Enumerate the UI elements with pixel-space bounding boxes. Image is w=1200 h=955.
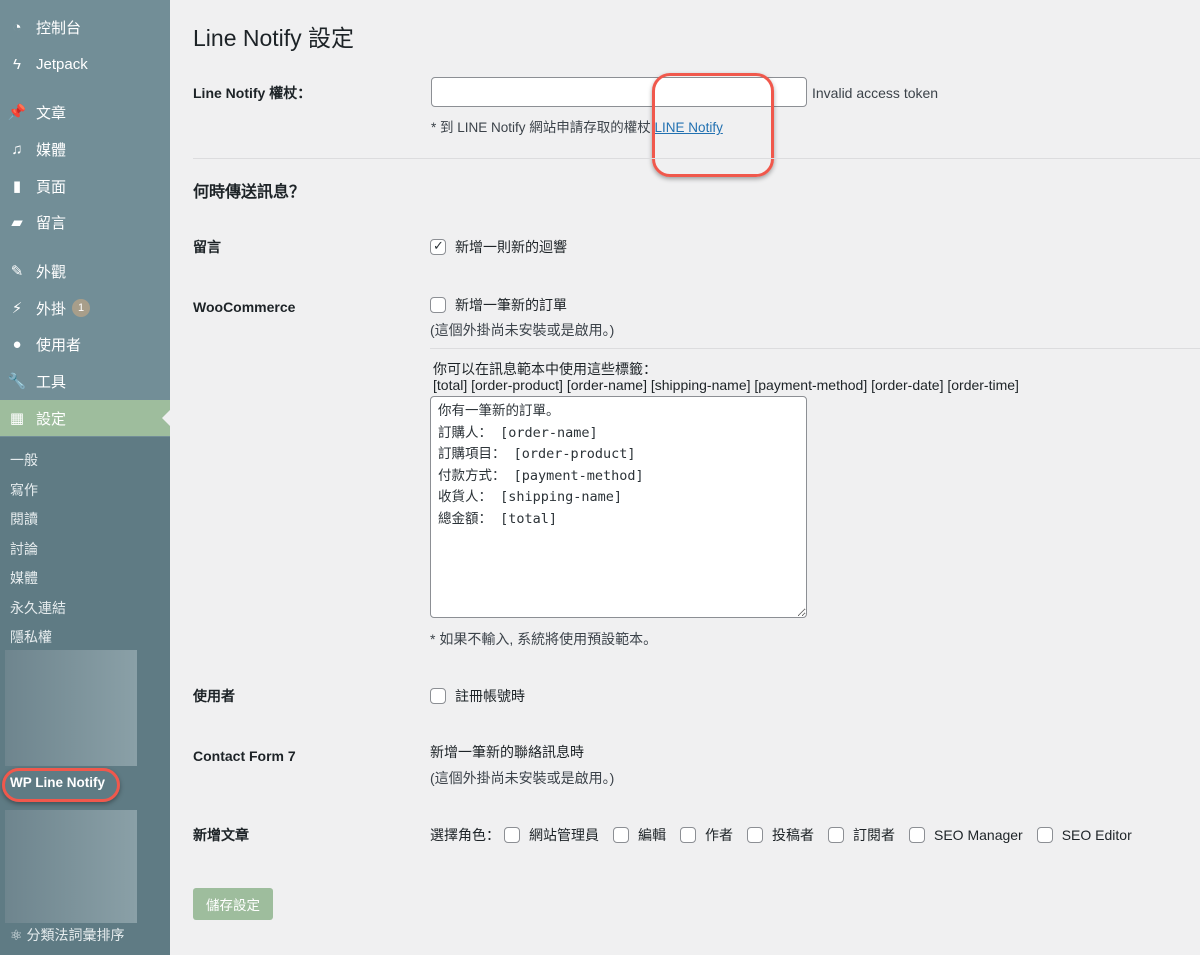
submenu-item[interactable]: 閱讀	[10, 509, 38, 529]
jetpack-icon: ϟ	[13, 55, 21, 73]
sidebar-item[interactable]: 📌 文章	[0, 94, 170, 130]
atom-icon: ⚛	[10, 927, 23, 943]
divider	[193, 158, 1200, 159]
appearance-icon: ✎	[10, 263, 24, 280]
pages-icon: ▮	[12, 178, 22, 195]
role-checkbox[interactable]	[1036, 827, 1053, 843]
sidebar-item[interactable]: ▮ 頁面	[0, 168, 170, 204]
comment-label: 留言	[193, 239, 221, 255]
role-option[interactable]: 訂閱者	[828, 825, 895, 845]
sidebar-item-label: 控制台	[36, 19, 82, 37]
cf7-label: Contact Form 7	[193, 748, 296, 764]
menu-taxonomy-order[interactable]: ⚛ 分類法詞彙排序	[10, 925, 124, 945]
token-status: Invalid access token	[812, 85, 939, 101]
sidebar-item-label: 媒體	[36, 141, 67, 159]
when-heading: 何時傳送訊息？	[193, 184, 306, 201]
settings-icon: ▦	[9, 410, 25, 427]
sidebar-item-label: 頁面	[36, 178, 67, 196]
sidebar-item-label: 外觀	[36, 263, 67, 281]
sidebar-item[interactable]: ◔ 控制台	[0, 9, 170, 45]
role-option[interactable]: 投稿者	[747, 825, 814, 845]
submenu-item[interactable]: 隱私權	[10, 627, 52, 647]
cf7-note: (這個外掛尚未安裝或是啟用。)	[430, 770, 615, 786]
users-checkbox[interactable]	[430, 688, 446, 704]
message-template-textarea[interactable]	[430, 396, 807, 618]
dashboard-icon: ◔	[12, 18, 22, 36]
role-checkbox[interactable]	[680, 827, 696, 843]
template-note: * 如果不輸入, 系統將使用預設範本。	[430, 631, 658, 647]
sidebar-item[interactable]: ⚡ 外掛 1	[0, 290, 170, 326]
save-button[interactable]: 儲存設定	[193, 888, 273, 920]
users-label: 使用者	[193, 688, 235, 704]
role-option[interactable]: 編輯	[613, 825, 666, 845]
cf7-text: 新增一筆新的聯絡訊息時	[430, 744, 584, 760]
sidebar-item[interactable]: ● 使用者	[0, 326, 170, 362]
sidebar-item-label: 外掛	[36, 300, 67, 318]
sidebar-item-label: 留言	[36, 214, 67, 232]
role-checkbox[interactable]	[747, 827, 763, 843]
woo-note: (這個外掛尚未安裝或是啟用。)	[430, 322, 615, 338]
token-label: Line Notify 權杖：	[193, 85, 312, 101]
token-help-text: * 到 LINE Notify 網站申請存取的權杖	[431, 120, 651, 135]
role-checkbox[interactable]	[909, 827, 925, 843]
submenu-item[interactable]: 一般	[10, 450, 38, 470]
divider	[430, 348, 1200, 349]
submenu-item[interactable]: 寫作	[10, 480, 38, 500]
sidebar-item-label: 文章	[36, 104, 67, 122]
sidebar-item-label: 工具	[36, 373, 67, 391]
submenu-item[interactable]: 討論	[10, 539, 38, 559]
blurred-menu-item	[5, 650, 137, 766]
wrench-icon: 🔧	[7, 373, 27, 390]
role-checkbox[interactable]	[504, 827, 520, 843]
user-icon: ●	[12, 335, 22, 353]
tags-intro: 你可以在訊息範本中使用這些標籤：	[433, 361, 657, 377]
submenu-item[interactable]: 媒體	[10, 568, 38, 588]
woo-label: WooCommerce	[193, 299, 296, 315]
admin-sidebar: ◔ 控制台 ϟ Jetpack 📌 文章 ♫ 媒體 ▮ 頁面 ▰ 留言 ✎ 外觀 ⚡ 外掛 1 ● 使用者 🔧 工具 ▦ 設…	[0, 0, 170, 955]
woo-option: 新增一筆新的訂單	[430, 295, 567, 315]
role-option[interactable]: SEO Manager	[909, 827, 1023, 843]
users-option: 註冊帳號時	[430, 686, 525, 706]
role-checkbox[interactable]	[828, 827, 844, 843]
role-option[interactable]: 網站管理員	[504, 825, 599, 845]
roles-row: 選擇角色： 網站管理員 編輯 作者 投稿者 訂閱者 SEO Manager SEO Edit…	[430, 825, 1146, 845]
blurred-menu-item	[5, 810, 137, 923]
roles-label: 選擇角色：	[430, 827, 500, 843]
new-post-label: 新增文章	[193, 827, 249, 843]
sidebar-item[interactable]: ♫ 媒體	[0, 131, 170, 167]
submenu-item[interactable]: 永久連結	[10, 598, 66, 618]
comment-icon: ▰	[11, 214, 23, 231]
role-option[interactable]: SEO Editor	[1036, 827, 1132, 843]
tags-list: [total] [order-product] [order-name] [sh…	[433, 377, 1019, 393]
woo-checkbox[interactable]	[430, 297, 446, 313]
sidebar-item-label: 使用者	[36, 336, 82, 354]
sidebar-item[interactable]: 🔧 工具	[0, 363, 170, 399]
sidebar-item[interactable]: ϟ Jetpack	[0, 46, 170, 82]
role-checkbox[interactable]	[613, 827, 629, 843]
sidebar-item[interactable]: ▦ 設定	[0, 400, 170, 436]
plugin-icon: ⚡	[11, 300, 23, 317]
sidebar-item[interactable]: ▰ 留言	[0, 204, 170, 240]
page-title: Line Notify 設定	[193, 25, 355, 51]
comment-checkbox[interactable]	[430, 238, 446, 255]
media-icon: ♫	[11, 140, 23, 158]
sidebar-item-label: Jetpack	[36, 55, 88, 73]
update-badge: 1	[72, 299, 91, 317]
comment-option: 新增一則新的迴響	[430, 237, 567, 257]
pin-icon: 📌	[7, 104, 27, 121]
sidebar-item[interactable]: ✎ 外觀	[0, 253, 170, 289]
highlight-annotation	[2, 768, 120, 802]
highlight-annotation	[652, 73, 774, 177]
role-option[interactable]: 作者	[680, 825, 733, 845]
sidebar-item-label: 設定	[36, 410, 67, 428]
